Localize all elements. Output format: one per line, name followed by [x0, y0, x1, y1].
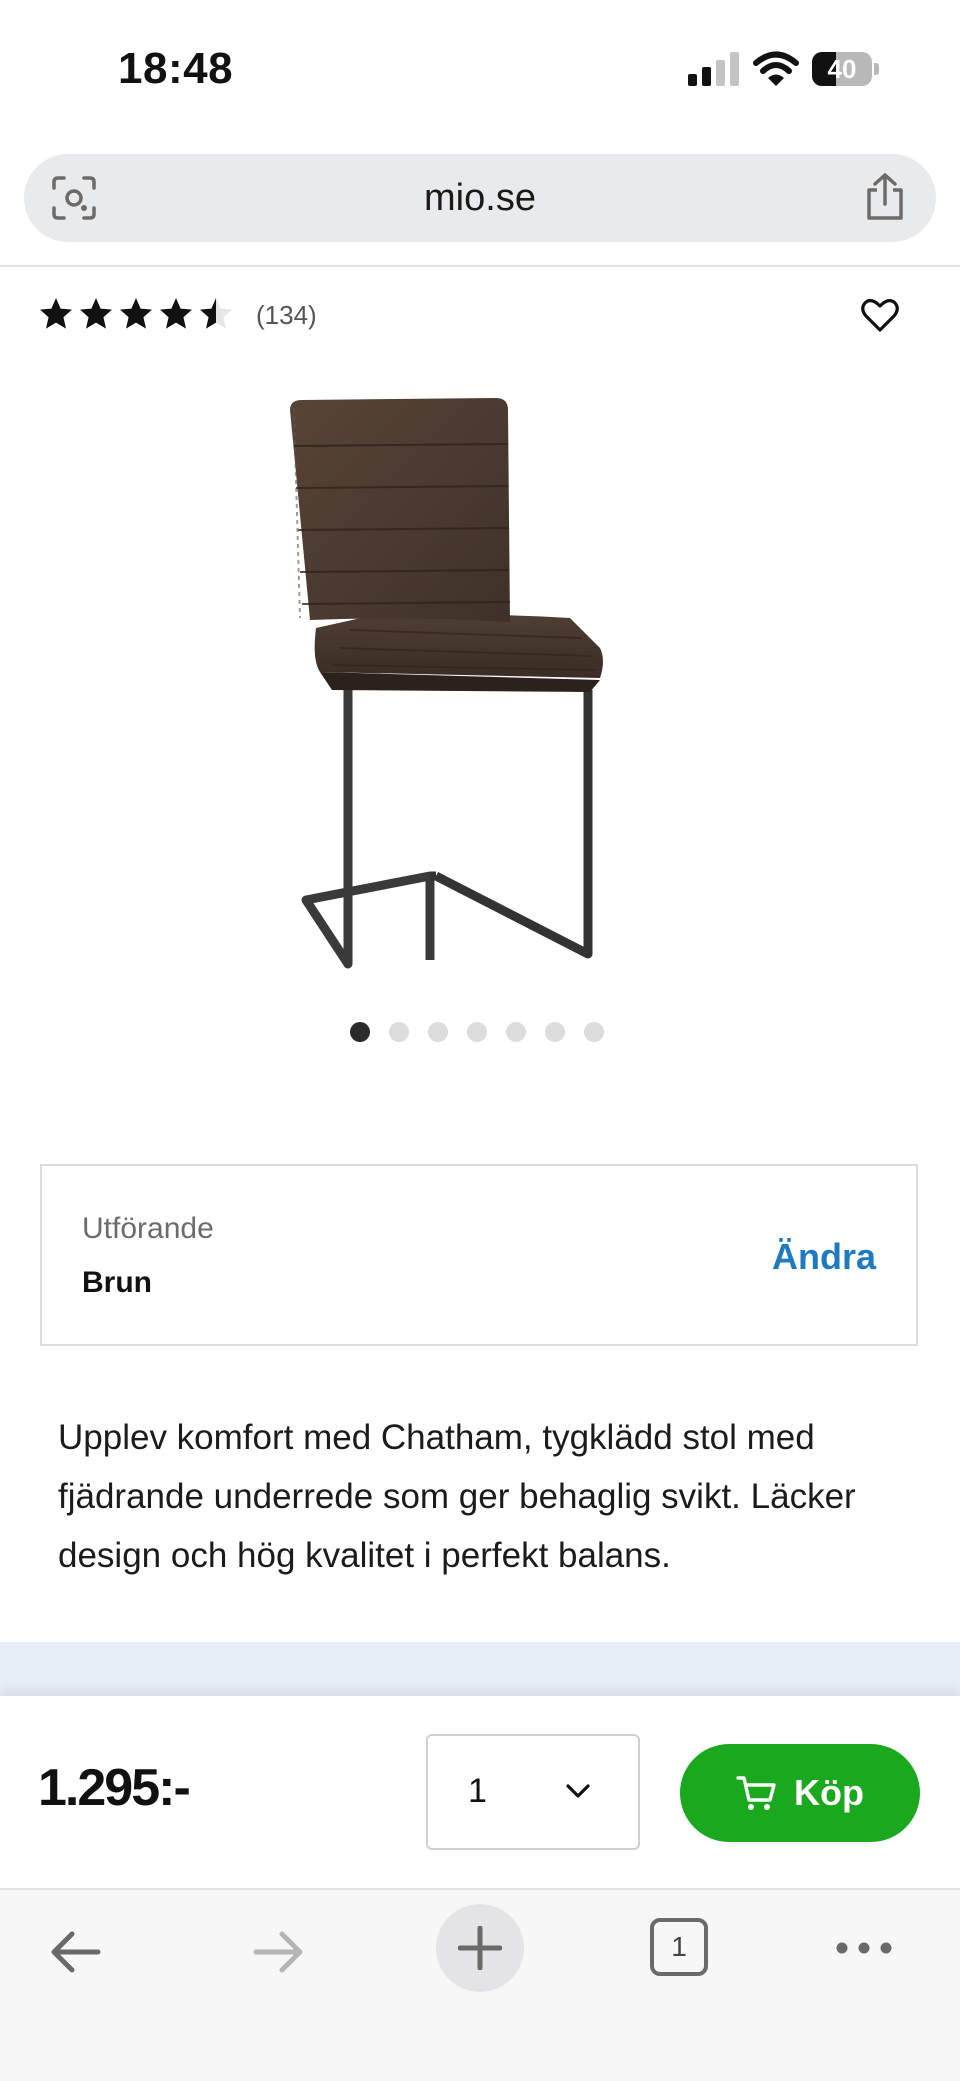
- price: 1.295:-: [38, 1759, 191, 1817]
- battery-icon: 40: [812, 52, 880, 86]
- new-tab-button[interactable]: [436, 1904, 524, 1992]
- more-icon[interactable]: [834, 1936, 894, 1960]
- purchase-bar: 1.295:- 1 Köp: [0, 1696, 960, 1888]
- variant-selector[interactable]: Utförande Brun Ändra: [40, 1164, 918, 1346]
- product-image[interactable]: [270, 390, 690, 990]
- status-time: 18:48: [118, 44, 234, 93]
- star-icon: [80, 298, 112, 329]
- review-count[interactable]: (134): [256, 300, 317, 331]
- status-bar: 18:48 40: [0, 0, 960, 140]
- tabs-button[interactable]: 1: [650, 1918, 708, 1976]
- heart-icon[interactable]: [860, 296, 900, 334]
- star-icon: [40, 298, 72, 329]
- product-description: Upplev komfort med Chatham, tygklädd sto…: [58, 1418, 856, 1575]
- chevron-down-icon: [566, 1784, 590, 1798]
- rating-row: (134): [38, 296, 918, 336]
- image-carousel-dots[interactable]: [350, 1022, 604, 1044]
- buy-button[interactable]: Köp: [680, 1744, 920, 1842]
- share-icon[interactable]: [862, 172, 908, 222]
- browser-toolbar: 1: [0, 1888, 960, 2081]
- star-rating: [38, 296, 234, 336]
- carousel-dot[interactable]: [467, 1022, 487, 1042]
- carousel-dot[interactable]: [428, 1022, 448, 1042]
- quantity-value: 1: [468, 1772, 487, 1810]
- info-strip: [0, 1642, 960, 1702]
- change-variant-button[interactable]: Ändra: [772, 1236, 876, 1278]
- quantity-select[interactable]: 1: [426, 1734, 640, 1850]
- carousel-dot[interactable]: [506, 1022, 526, 1042]
- carousel-dot[interactable]: [389, 1022, 409, 1042]
- carousel-dot[interactable]: [350, 1022, 370, 1042]
- battery-level: 40: [827, 54, 857, 84]
- back-icon[interactable]: [46, 1922, 106, 1982]
- variant-value: Brun: [82, 1266, 152, 1299]
- star-icon: [200, 298, 232, 329]
- cart-icon: [736, 1776, 776, 1810]
- star-icon: [120, 298, 152, 329]
- forward-icon[interactable]: [248, 1922, 308, 1982]
- plus-icon: [458, 1926, 502, 1970]
- divider: [0, 265, 960, 267]
- wifi-icon: [753, 51, 799, 86]
- star-icon: [160, 298, 192, 329]
- signal-icon: [688, 52, 739, 86]
- address-bar[interactable]: mio.se: [24, 154, 936, 242]
- tab-count: 1: [671, 1931, 687, 1962]
- url-text[interactable]: mio.se: [24, 154, 936, 242]
- carousel-dot[interactable]: [584, 1022, 604, 1042]
- variant-label: Utförande: [82, 1212, 214, 1245]
- buy-label: Köp: [794, 1772, 864, 1813]
- carousel-dot[interactable]: [545, 1022, 565, 1042]
